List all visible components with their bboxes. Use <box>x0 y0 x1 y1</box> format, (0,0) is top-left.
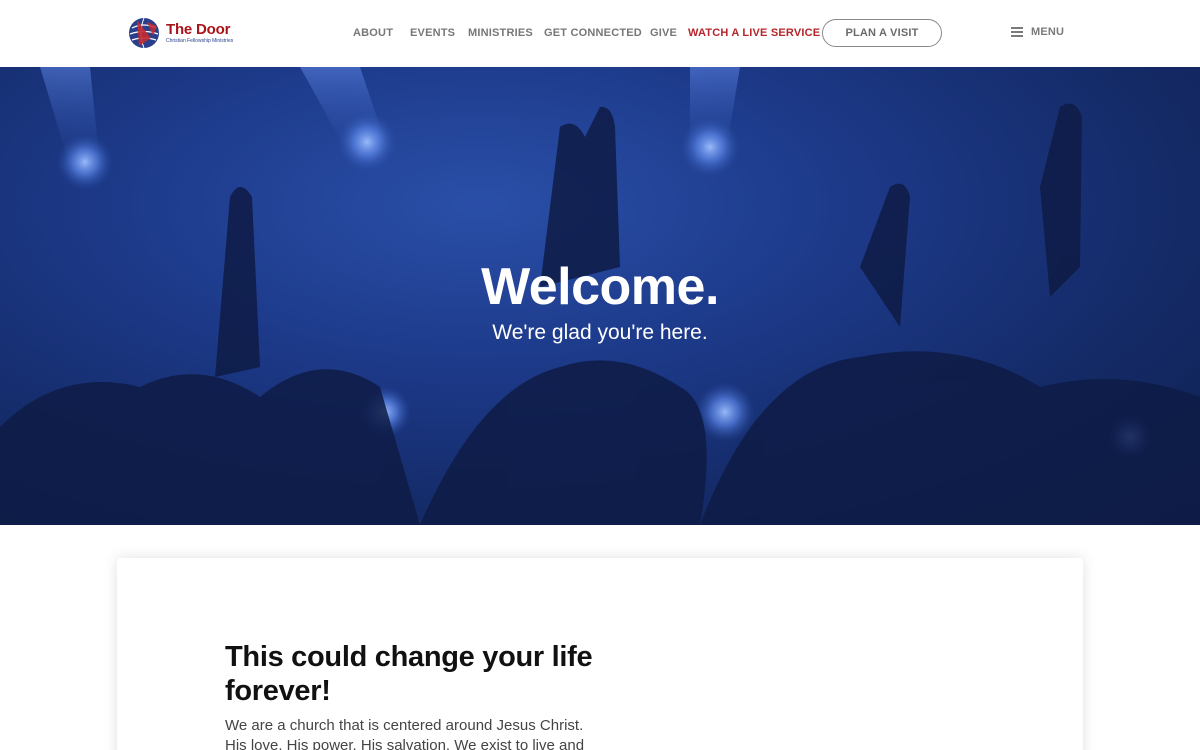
intro-heading: This could change your life forever! <box>225 641 593 707</box>
globe-logo-icon <box>129 17 159 49</box>
hero-banner: Welcome. We're glad you're here. <box>0 67 1200 525</box>
brand-name: The Door <box>166 21 231 38</box>
site-logo[interactable]: The Door Christian Fellowship Ministries <box>127 16 233 50</box>
menu-toggle[interactable]: MENU <box>1011 26 1064 38</box>
nav-item-get-connected[interactable]: GET CONNECTED <box>544 27 642 39</box>
nav-item-events[interactable]: EVENTS <box>410 27 455 39</box>
nav-item-watch-live[interactable]: WATCH A LIVE SERVICE <box>688 27 820 39</box>
nav-item-give[interactable]: GIVE <box>650 27 677 39</box>
hero-title: Welcome. <box>481 258 719 316</box>
site-header: The Door Christian Fellowship Ministries… <box>0 0 1200 67</box>
plan-a-visit-button[interactable]: PLAN A VISIT <box>822 19 942 47</box>
nav-item-about[interactable]: ABOUT <box>353 27 393 39</box>
intro-card: This could change your life forever! We … <box>117 558 1083 750</box>
menu-label: MENU <box>1031 26 1065 38</box>
hamburger-icon <box>1011 27 1023 37</box>
nav-item-ministries[interactable]: MINISTRIES <box>468 27 533 39</box>
intro-body: We are a church that is centered around … <box>225 717 585 750</box>
logo-text: The Door Christian Fellowship Ministries <box>166 22 233 44</box>
brand-tagline: Christian Fellowship Ministries <box>166 38 234 44</box>
hero-subtitle: We're glad you're here. <box>492 321 708 344</box>
